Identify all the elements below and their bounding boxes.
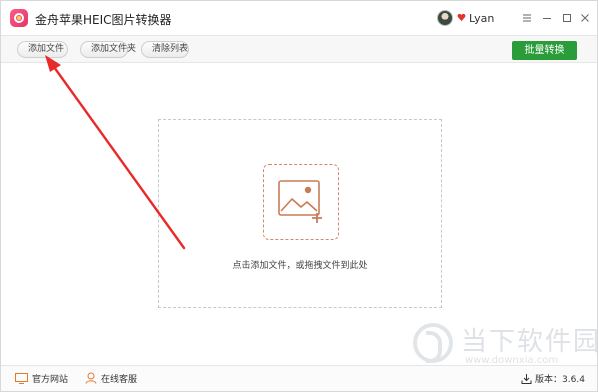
add-file-button[interactable]: 添加文件: [17, 41, 68, 58]
watermark-logo-icon: [413, 323, 453, 363]
official-site-link[interactable]: 官方网站: [15, 372, 68, 385]
user-name[interactable]: Lyan: [469, 12, 494, 25]
file-drop-zone[interactable]: 点击添加文件，或拖拽文件到此处: [158, 119, 442, 308]
app-title: 金舟苹果HEIC图片转换器: [35, 13, 172, 27]
version-number: 3.6.4: [562, 375, 585, 385]
online-service-link[interactable]: 在线客服: [85, 372, 137, 385]
version-label: 版本：: [535, 375, 563, 385]
close-icon[interactable]: [577, 10, 593, 26]
title-bar: 金舟苹果HEIC图片转换器 Lyan: [1, 1, 597, 35]
customer-service-icon: [85, 372, 97, 384]
clear-list-button[interactable]: 清除列表: [141, 41, 189, 58]
maximize-icon[interactable]: [559, 10, 575, 26]
download-icon: [521, 374, 532, 384]
drop-hint-text: 点击添加文件，或拖拽文件到此处: [232, 261, 368, 271]
home-icon: [15, 373, 28, 384]
official-site-label: 官方网站: [32, 375, 69, 385]
add-image-box[interactable]: [263, 164, 339, 240]
add-image-icon: [278, 180, 322, 223]
app-window: 金舟苹果HEIC图片转换器 Lyan 添加文件 添加文件夹 清除列表 批量转换: [0, 0, 598, 392]
main-area: 点击添加文件，或拖拽文件到此处: [1, 63, 597, 365]
version-info: 版本：3.6.4: [521, 372, 585, 385]
app-logo-icon: [10, 9, 28, 27]
batch-convert-button[interactable]: 批量转换: [512, 41, 577, 60]
status-bar: 官方网站 在线客服 版本：3.6.4: [1, 365, 597, 391]
minimize-icon[interactable]: [539, 10, 555, 26]
vip-heart-icon: [457, 13, 466, 22]
avatar-icon[interactable]: [437, 10, 453, 26]
toolbar: 添加文件 添加文件夹 清除列表 批量转换: [1, 35, 597, 63]
online-service-label: 在线客服: [101, 375, 138, 385]
add-folder-button[interactable]: 添加文件夹: [80, 41, 136, 58]
watermark-title: 当下软件园: [461, 327, 598, 357]
menu-icon[interactable]: [519, 10, 535, 26]
